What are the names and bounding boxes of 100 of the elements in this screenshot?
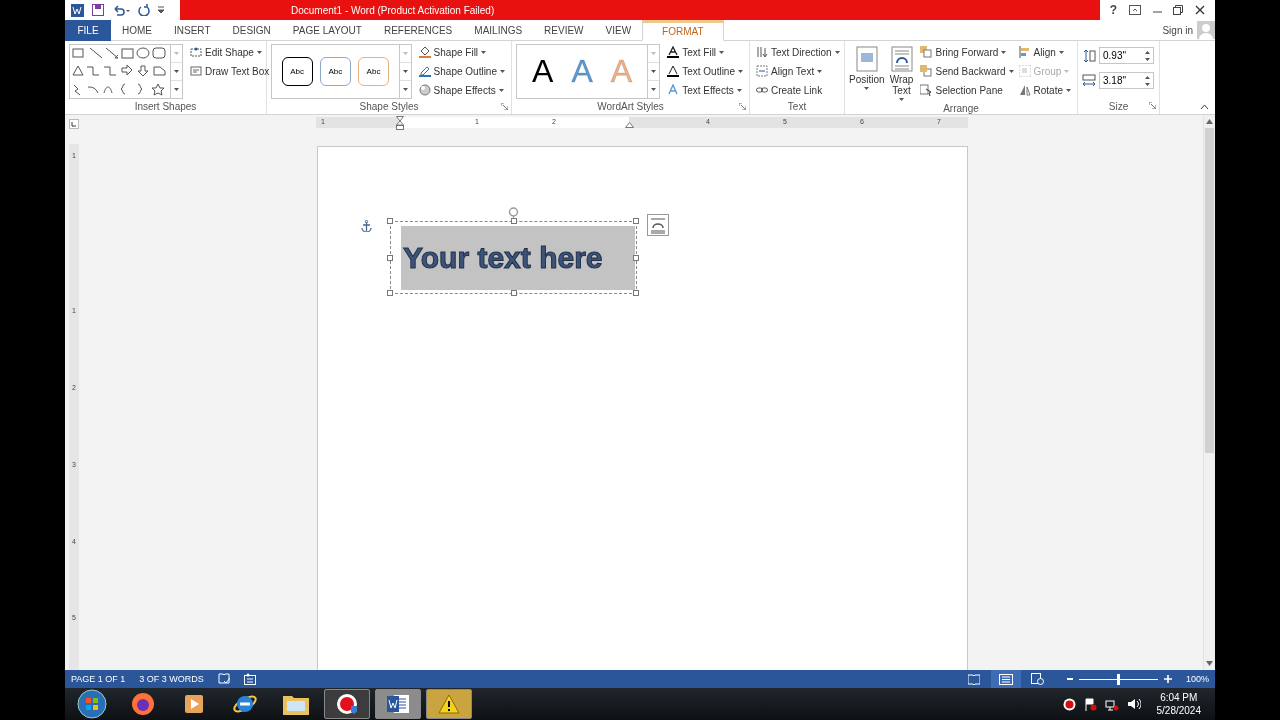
speaker-icon[interactable]	[1126, 698, 1141, 710]
caret-icon	[174, 70, 179, 73]
zoom-level[interactable]: 100%	[1185, 674, 1209, 684]
ribbon-large-button[interactable]: Position	[849, 44, 885, 103]
ribbon-command[interactable]: Bring Forward	[918, 44, 1016, 60]
resize-handle[interactable]	[387, 290, 393, 296]
caret-icon	[174, 52, 179, 55]
ribbon-command[interactable]: Shape Fill	[416, 44, 507, 60]
resize-handle[interactable]	[510, 290, 517, 296]
caret-icon	[864, 87, 870, 90]
text-box-icon	[190, 65, 202, 77]
text-box[interactable]: Your text here	[390, 221, 637, 294]
ribbon-command[interactable]: Text Direction	[754, 44, 842, 60]
ribbon-command[interactable]: Align Text	[754, 63, 842, 79]
indent-marker-icon[interactable]	[396, 116, 404, 130]
word-count[interactable]: 3 OF 3 WORDS	[139, 674, 204, 684]
pen-icon	[418, 65, 431, 77]
macro-icon[interactable]	[243, 673, 256, 685]
ribbon-command[interactable]: Text Outline	[665, 63, 745, 79]
ribbon-tab[interactable]: REFERENCES	[372, 20, 464, 41]
close-icon[interactable]	[1195, 5, 1206, 15]
restore-icon[interactable]	[1173, 5, 1184, 15]
taskbar-button[interactable]	[324, 689, 370, 719]
page-count[interactable]: PAGE 1 OF 1	[71, 674, 126, 684]
layout-options-icon[interactable]	[647, 214, 669, 236]
ribbon-tab[interactable]: DESIGN	[221, 20, 282, 41]
group-label: Text	[787, 100, 807, 112]
bring-forward-icon	[920, 46, 933, 58]
resize-handle[interactable]	[633, 290, 639, 296]
ribbon-tab[interactable]: INSERT	[163, 20, 222, 41]
clock-date[interactable]: 5/28/2024	[1156, 704, 1201, 717]
ribbon-command[interactable]: Draw Text Box	[188, 63, 272, 79]
resize-handle[interactable]	[510, 218, 517, 224]
ribbon-tab[interactable]: FORMAT	[642, 20, 724, 41]
window-title: Document1 - Word (Product Activation Failed)	[291, 4, 495, 16]
scroll-thumb[interactable]	[1205, 128, 1214, 453]
ribbon-options-icon[interactable]	[1128, 5, 1141, 15]
view-button[interactable]	[990, 670, 1021, 688]
ribbon-command[interactable]: Edit Shape	[188, 44, 272, 60]
resize-handle[interactable]	[387, 218, 393, 224]
ribbon-tab[interactable]: PAGE LAYOUT	[281, 20, 373, 41]
ribbon-command[interactable]: Align	[1016, 44, 1073, 60]
clock-time[interactable]: 6:04 PM	[1160, 691, 1198, 704]
resize-handle[interactable]	[633, 218, 639, 224]
network-icon[interactable]	[1104, 697, 1119, 711]
ribbon-command[interactable]: Text Fill	[665, 44, 745, 60]
shape-style-preview[interactable]: Abc	[358, 57, 389, 86]
word-logo-icon	[71, 3, 84, 17]
ribbon-command[interactable]: Shape Effects	[416, 82, 507, 98]
letter-outline-icon	[667, 65, 680, 77]
sign-in-link[interactable]: Sign in	[1162, 24, 1193, 36]
dialog-launcher-icon[interactable]	[739, 103, 746, 110]
flag-error-icon[interactable]	[1083, 697, 1097, 711]
send-backward-icon	[920, 65, 933, 77]
ribbon-tab[interactable]: VIEW	[594, 20, 643, 41]
link-icon	[756, 84, 768, 96]
book-icon	[967, 673, 980, 685]
shape-style-preview[interactable]: Abc	[281, 57, 313, 86]
ribbon-command[interactable]: Rotate	[1016, 82, 1073, 98]
help-button[interactable]: ?	[1109, 3, 1118, 17]
group-icon	[1018, 65, 1031, 77]
size-spin-field[interactable]: 3.18"	[1099, 72, 1154, 89]
group-label: Arrange	[943, 103, 979, 114]
ribbon-command[interactable]: Send Backward	[918, 63, 1016, 79]
shape-style-preview[interactable]: Abc	[319, 57, 351, 86]
dialog-launcher-icon[interactable]	[501, 103, 508, 110]
resize-handle[interactable]	[387, 254, 393, 261]
zoom-in-icon[interactable]	[1163, 675, 1172, 683]
taskbar-button[interactable]	[375, 689, 421, 719]
ribbon-command[interactable]: Selection Pane	[918, 82, 1016, 98]
resize-handle[interactable]	[633, 254, 639, 261]
ribbon-command[interactable]: Text Effects	[665, 82, 745, 98]
ribbon-tab[interactable]: REVIEW	[533, 20, 595, 41]
record-icon	[335, 692, 359, 716]
dialog-launcher-icon[interactable]	[1149, 102, 1156, 109]
record-dot-icon[interactable]	[1062, 697, 1076, 711]
shape-width-icon	[1082, 73, 1096, 88]
scroll-up-icon[interactable]	[1206, 119, 1213, 124]
caret-icon	[402, 52, 408, 55]
rotate-handle-icon[interactable]	[508, 207, 519, 221]
proofing-book-icon[interactable]	[217, 673, 230, 685]
ribbon-command[interactable]: Create Link	[754, 82, 842, 98]
anchor-icon	[361, 220, 372, 232]
save-icon	[92, 4, 104, 16]
ribbon-tab[interactable]: FILE	[65, 20, 111, 41]
ribbon-large-button[interactable]: Wrap Text	[885, 44, 918, 103]
size-spin-field[interactable]: 0.93"	[1099, 47, 1154, 64]
collapse-ribbon-icon[interactable]	[1200, 104, 1209, 110]
zoom-thumb[interactable]	[1117, 673, 1121, 685]
warning-icon	[438, 694, 460, 714]
caret-icon	[651, 88, 657, 91]
group-label: Insert Shapes	[134, 101, 197, 112]
ribbon-command[interactable]: Shape Outline	[416, 63, 507, 79]
ribbon-tab[interactable]: HOME	[111, 20, 163, 41]
tab-selector-icon[interactable]	[69, 119, 79, 129]
ribbon-tab[interactable]: MAILINGS	[463, 20, 534, 41]
right-indent-marker-icon[interactable]	[625, 122, 634, 128]
scroll-down-icon[interactable]	[1206, 661, 1213, 666]
wordart-style-preview[interactable]: A	[524, 53, 562, 90]
shape-height-icon	[1082, 48, 1096, 63]
